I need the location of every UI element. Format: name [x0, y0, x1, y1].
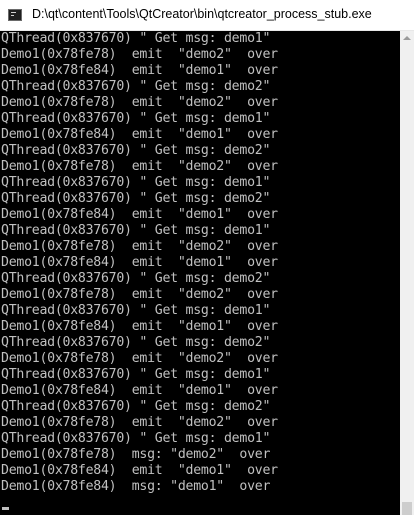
- console-line: QThread(0x837670) " Get msg: demo2": [1, 335, 271, 350]
- console-line: Demo1(0x78fe78) msg: "demo2" over: [1, 447, 271, 462]
- console-line: Demo1(0x78fe84) emit "demo1" over: [1, 319, 278, 334]
- console-line: Demo1(0x78fe84) emit "demo1" over: [1, 207, 278, 222]
- console-line: QThread(0x837670) " Get msg: demo2": [1, 79, 271, 94]
- vertical-scrollbar[interactable]: [400, 31, 414, 515]
- console-line: Demo1(0x78fe84) emit "demo1" over: [1, 127, 278, 142]
- console-line: QThread(0x837670) " Get msg: demo2": [1, 399, 271, 414]
- console-line: Demo1(0x78fe84) emit "demo1" over: [1, 63, 278, 78]
- console-app-icon: [8, 9, 22, 21]
- console-line: QThread(0x837670) " Get msg: demo1": [1, 111, 271, 126]
- console-line: QThread(0x837670) " Get msg: demo2": [1, 271, 271, 286]
- console-line: Demo1(0x78fe84) msg: "demo1" over: [1, 479, 271, 494]
- scrollbar-thumb[interactable]: [402, 502, 412, 515]
- console-line: Demo1(0x78fe84) emit "demo1" over: [1, 255, 278, 270]
- console-line: Demo1(0x78fe78) emit "demo2" over: [1, 287, 278, 302]
- console-line: Demo1(0x78fe78) emit "demo2" over: [1, 239, 278, 254]
- console-line: QThread(0x837670) " Get msg: demo2": [1, 191, 271, 206]
- console-line: QThread(0x837670) " Get msg: demo1": [1, 175, 271, 190]
- console-line: QThread(0x837670) " Get msg: demo2": [1, 143, 271, 158]
- console-output[interactable]: QThread(0x837670) " Get msg: demo1" Demo…: [0, 31, 400, 515]
- console-line: Demo1(0x78fe84) emit "demo1" over: [1, 383, 278, 398]
- console-line: Demo1(0x78fe78) emit "demo2" over: [1, 47, 278, 62]
- console-line: QThread(0x837670) " Get msg: demo1": [1, 303, 271, 318]
- console-line: Demo1(0x78fe78) emit "demo2" over: [1, 415, 278, 430]
- title-bar[interactable]: D:\qt\content\Tools\QtCreator\bin\qtcrea…: [0, 0, 414, 31]
- console-line: QThread(0x837670) " Get msg: demo1": [1, 431, 271, 446]
- console-line: Demo1(0x78fe78) emit "demo2" over: [1, 159, 278, 174]
- console-line: QThread(0x837670) " Get msg: demo1": [1, 367, 271, 382]
- window-title: D:\qt\content\Tools\QtCreator\bin\qtcrea…: [32, 7, 372, 21]
- scroll-up-arrow-icon[interactable]: [403, 36, 411, 40]
- console-line: Demo1(0x78fe78) emit "demo2" over: [1, 95, 278, 110]
- console-line: Demo1(0x78fe78) emit "demo2" over: [1, 351, 278, 366]
- console-line: QThread(0x837670) " Get msg: demo1": [1, 31, 271, 46]
- console-line: Demo1(0x78fe84) emit "demo1" over: [1, 463, 278, 478]
- console-window: D:\qt\content\Tools\QtCreator\bin\qtcrea…: [0, 0, 414, 515]
- text-cursor: [2, 507, 9, 510]
- console-line: QThread(0x837670) " Get msg: demo1": [1, 223, 271, 238]
